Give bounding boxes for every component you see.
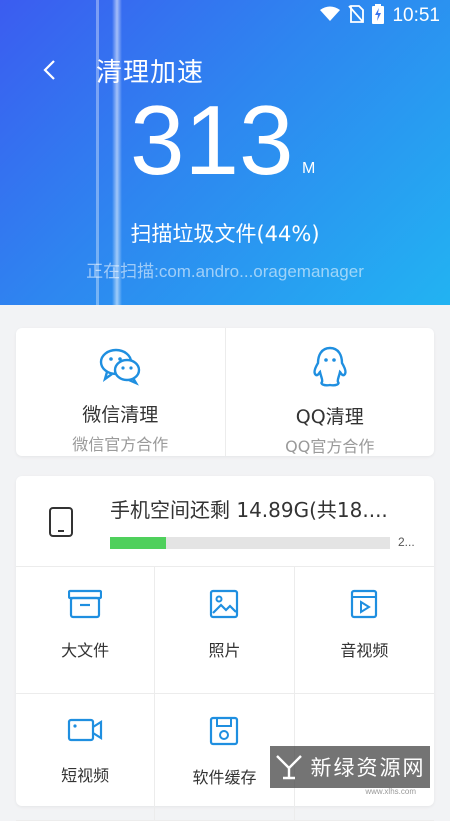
back-button[interactable] <box>34 52 64 88</box>
junk-size-unit: M <box>302 160 316 177</box>
photo-icon <box>209 589 239 623</box>
wechat-clean-button[interactable]: 微信清理 微信官方合作 <box>16 328 225 456</box>
short-video-icon <box>67 716 103 748</box>
category-label: 大文件 <box>61 641 110 660</box>
category-label: 音视频 <box>340 641 389 660</box>
category-large-files[interactable]: 大文件 <box>16 567 156 694</box>
scan-path: 正在扫描:com.andro...oragemanager <box>86 262 364 281</box>
category-label: 软件缓存 <box>192 768 257 787</box>
qq-clean-sub: QQ官方合作 <box>285 437 375 456</box>
category-label: 短视频 <box>61 766 110 785</box>
wifi-icon <box>320 6 341 26</box>
watermark-text: 新绿资源网 <box>310 756 426 780</box>
storage-progress-fill <box>110 537 166 549</box>
storage-progress-bar <box>110 537 390 549</box>
storage-summary: 手机空间还剩 14.89G(共18.... 2... <box>16 476 434 567</box>
wechat-clean-label: 微信清理 <box>82 404 159 426</box>
category-short-video[interactable]: 短视频 <box>16 694 156 821</box>
status-bar: 10:51 <box>320 4 440 28</box>
storage-used-label: 2... <box>398 535 415 549</box>
category-label: 照片 <box>208 641 241 660</box>
watermark-url: www.xlhs.com <box>365 787 416 796</box>
category-photos[interactable]: 照片 <box>155 567 295 694</box>
header-banner: 10:51 清理加速 313 M 扫描垃圾文件(44%) 正在扫描:com.an… <box>0 0 450 305</box>
battery-charging-icon <box>372 4 385 28</box>
app-cache-icon <box>209 716 239 750</box>
site-watermark: 新绿资源网 <box>270 746 430 788</box>
qq-clean-label: QQ清理 <box>295 406 364 428</box>
storage-remaining-text: 手机空间还剩 14.89G(共18.... <box>110 498 388 522</box>
wechat-clean-sub: 微信官方合作 <box>72 435 169 454</box>
scan-status: 扫描垃圾文件(44%) <box>130 222 320 246</box>
large-file-icon <box>68 589 103 623</box>
qq-icon <box>310 346 350 392</box>
category-audio-video[interactable]: 音视频 <box>294 567 434 694</box>
no-sim-icon <box>348 5 365 27</box>
status-time: 10:51 <box>392 5 440 26</box>
wechat-icon <box>98 346 142 390</box>
qq-clean-button[interactable]: QQ清理 QQ官方合作 <box>224 328 435 456</box>
video-file-icon <box>350 589 378 623</box>
watermark-logo-icon <box>275 755 302 780</box>
junk-size-value: 313 <box>130 85 294 195</box>
phone-icon <box>48 506 74 542</box>
chevron-left-icon <box>43 60 55 80</box>
page-title: 清理加速 <box>96 58 205 88</box>
app-clean-card: 微信清理 微信官方合作 QQ清理 QQ官方合作 <box>16 328 434 456</box>
